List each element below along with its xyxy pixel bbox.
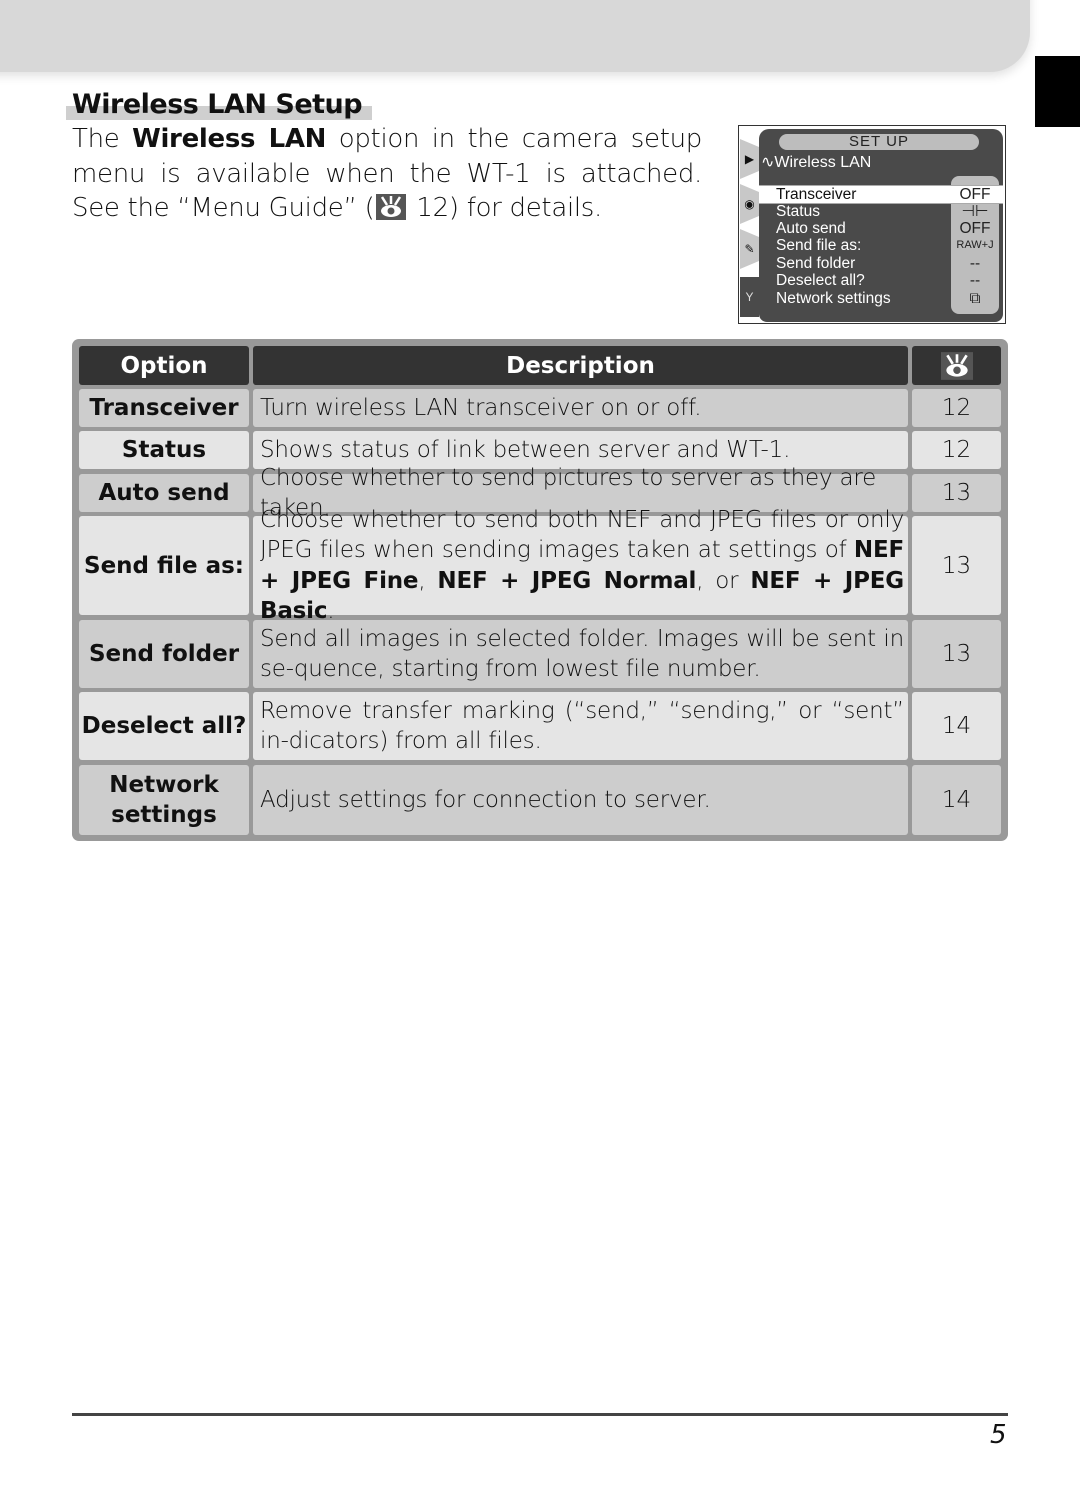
camera-menu-item[interactable]: Network settings ⧉ <box>759 290 1003 307</box>
wrench-icon: Υ <box>740 277 759 317</box>
page-ref-cell: 12 <box>912 389 1001 427</box>
section-title-text: Wireless LAN Setup <box>72 89 363 120</box>
page-ref: 14 <box>941 787 972 813</box>
option-name: Deselect all? <box>81 713 247 739</box>
camera-menu-item-value: ⧉ <box>969 290 981 307</box>
camera-menu-item-value: OFF <box>959 220 991 237</box>
header-page <box>912 346 1001 385</box>
camera-menu-item[interactable]: Deselect all? -- <box>759 272 1003 289</box>
description-fragment: Choose whether to send both NEF and JPEG… <box>260 506 904 564</box>
camera-screen: ▶ ◉ ✎ Υ SET UP ∿Wireless LAN Transceiver… <box>740 129 1003 322</box>
section-title: Wireless LAN Setup <box>66 88 373 122</box>
intro-paragraph: The Wireless LAN option in the camera se… <box>72 122 702 226</box>
camera-menu-subtitle-text: Wireless LAN <box>774 154 872 171</box>
description-text: Choose whether to send both NEF and JPEG… <box>260 505 904 627</box>
reference-eye-icon <box>940 351 973 380</box>
header-description: Description <box>253 346 908 385</box>
option-cell: Send folder <box>79 620 249 688</box>
camera-menu-item-value: RAW+J <box>956 239 994 251</box>
intro-text: The <box>72 124 133 154</box>
wireless-icon: ∿ <box>761 154 775 171</box>
page-ref-cell: 14 <box>912 692 1001 760</box>
header-band <box>0 0 1030 72</box>
option-cell: Network settings <box>79 765 249 835</box>
playback-icon: ▶ <box>740 139 759 179</box>
option-cell: Auto send <box>79 474 249 512</box>
description-cell: Send all images in selected folder. Imag… <box>253 620 908 688</box>
intro-bold-term: Wireless LAN <box>132 124 327 154</box>
camera-menu-item-label: Send file as: <box>776 237 862 254</box>
camera-menu-item[interactable]: Send folder -- <box>759 255 1003 272</box>
page-ref-cell: 12 <box>912 431 1001 469</box>
options-table: Option Description Transceiver Turn wirel… <box>72 339 1008 841</box>
page-ref: 13 <box>941 480 972 506</box>
footer-rule <box>72 1413 1008 1416</box>
description-cell: Remove transfer marking (“send,” “sendin… <box>253 692 908 760</box>
camera-menu-item[interactable]: Send file as: RAW+J <box>759 237 1003 254</box>
bold-setting-name: NEF + JPEG Normal <box>437 567 697 594</box>
option-name: Transceiver <box>89 395 239 421</box>
intro-ref-page: 12 <box>408 193 449 223</box>
page-ref-cell: 13 <box>912 474 1001 512</box>
page-ref-cell: 13 <box>912 516 1001 615</box>
description-text: Send all images in selected folder. Imag… <box>260 625 904 683</box>
pencil-icon: ✎ <box>740 229 759 269</box>
page-ref-cell: 14 <box>912 765 1001 835</box>
option-cell: Status <box>79 431 249 469</box>
camera-menu-item-label: Send folder <box>776 255 856 272</box>
option-name: Send folder <box>88 641 240 667</box>
page-ref: 12 <box>941 395 972 421</box>
description-cell: Adjust settings for connection to server… <box>253 765 908 835</box>
option-name: Send file as: <box>84 552 244 579</box>
chapter-tab <box>1035 56 1080 127</box>
description-text: Adjust settings for connection to server… <box>260 786 711 813</box>
camera-menu-item-label: Deselect all? <box>776 272 865 289</box>
page-number: 5 <box>990 1420 1007 1450</box>
camera-menu-item-label: Transceiver <box>776 186 857 203</box>
option-cell: Send file as: <box>79 516 249 615</box>
camera-menu-item-label: Auto send <box>776 220 846 237</box>
option-cell: Deselect all? <box>79 692 249 760</box>
page-ref: 14 <box>941 713 972 739</box>
camera-icon: ◉ <box>740 184 759 224</box>
description-text: Turn wireless LAN transceiver on or off. <box>260 394 702 421</box>
page-ref-cell: 13 <box>912 620 1001 688</box>
description-cell: Turn wireless LAN transceiver on or off. <box>253 389 908 427</box>
page-ref: 13 <box>941 552 972 579</box>
header-option: Option <box>79 346 249 385</box>
option-name: Auto send <box>98 480 230 506</box>
description-cell: Choose whether to send both NEF and JPEG… <box>253 507 908 624</box>
camera-menu-item-value: -- <box>969 272 981 289</box>
option-name: Network settings <box>109 772 219 828</box>
reference-eye-icon <box>376 194 407 220</box>
description-text: Shows status of link between server and … <box>260 436 791 463</box>
camera-menu-item[interactable]: Auto send OFF <box>759 220 1003 237</box>
camera-menu-item[interactable]: Status ⊣⊢ <box>759 203 1003 220</box>
camera-menu-item-value: -- <box>969 255 981 272</box>
intro-text: ) for details. <box>448 193 603 223</box>
description-fragment: , or <box>696 567 751 594</box>
camera-menu-item-value: OFF <box>959 186 991 203</box>
option-name: Status <box>121 437 207 463</box>
camera-menu-item[interactable]: Transceiver OFF <box>759 185 1003 204</box>
camera-menu-header: SET UP <box>779 134 979 150</box>
camera-menu-item-label: Network settings <box>776 290 891 307</box>
page-ref: 13 <box>941 641 972 667</box>
option-cell: Transceiver <box>79 389 249 427</box>
description-fragment: , <box>418 567 438 594</box>
camera-menu-subtitle: ∿Wireless LAN <box>761 154 871 172</box>
page-ref: 12 <box>941 437 972 463</box>
camera-menu-tabs: ▶ ◉ ✎ Υ <box>739 129 759 326</box>
camera-menu-item-value: ⊣⊢ <box>961 203 989 220</box>
camera-menu-screenshot: ▶ ◉ ✎ Υ SET UP ∿Wireless LAN Transceiver… <box>738 125 1006 324</box>
camera-menu-item-label: Status <box>776 203 820 220</box>
description-text: Remove transfer marking (“send,” “sendin… <box>260 697 904 755</box>
